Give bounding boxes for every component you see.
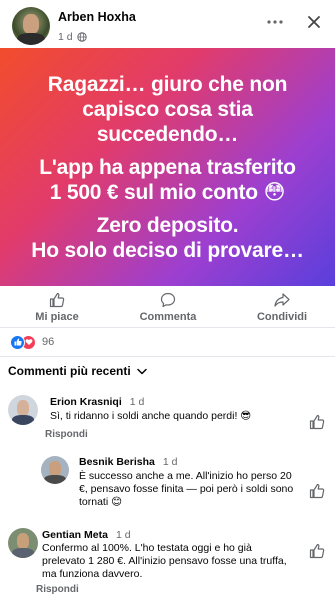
reaction-count: 96 xyxy=(42,336,55,348)
comment-time: 1 d xyxy=(129,396,145,408)
comment: Gentian Meta 1 d Confermo al 100%. L'ho t… xyxy=(0,524,335,600)
comments-sort-label: Commenti più recenti xyxy=(8,364,131,378)
comment-like-icon[interactable] xyxy=(309,543,325,559)
comment: Erion Krasniqi 1 d Sì, ti ridanno i soldi… xyxy=(0,392,335,442)
commenter-avatar[interactable] xyxy=(8,395,38,425)
post-text-line: capisco cosa stia xyxy=(82,97,253,121)
post-text-line: 1 500 € sul mio conto 😳 xyxy=(49,180,286,204)
commenter-name[interactable]: Besnik Berisha xyxy=(79,456,155,468)
globe-icon xyxy=(76,32,87,42)
commenter-name-row: Erion Krasniqi 1 d xyxy=(50,396,144,408)
share-button[interactable]: Condividi xyxy=(252,292,312,323)
post-text-line: L'app ha appena trasferito xyxy=(39,155,296,179)
commenter-name[interactable]: Gentian Meta xyxy=(42,529,108,541)
comment-label: Commenta xyxy=(139,311,197,323)
commenter-name[interactable]: Erion Krasniqi xyxy=(50,396,122,408)
comment-reply: Besnik Berisha 1 d È successo anche a me.… xyxy=(0,450,335,518)
post-actions: Mi piace Commenta Condividi xyxy=(0,286,335,328)
comment-like-icon[interactable] xyxy=(309,483,325,499)
comment-text: È successo anche a me. All'inizio ho per… xyxy=(79,470,294,508)
reply-button[interactable]: Rispondi xyxy=(45,429,88,440)
avatar-shirt xyxy=(16,32,46,45)
avatar-face xyxy=(17,400,29,416)
more-options-button[interactable] xyxy=(264,11,286,33)
share-label: Condividi xyxy=(256,311,308,323)
reply-button[interactable]: Rispondi xyxy=(36,584,79,595)
avatar-face xyxy=(49,461,61,476)
author-avatar[interactable] xyxy=(12,7,50,45)
comment-time: 1 d xyxy=(115,529,131,541)
commenter-avatar[interactable] xyxy=(41,456,69,484)
post-time[interactable]: 1 d xyxy=(58,31,73,43)
post-text-line: Zero deposito. xyxy=(96,213,239,237)
author-name[interactable]: Arben Hoxha xyxy=(58,10,136,24)
comment-time: 1 d xyxy=(162,456,178,468)
post-text-line: Ho solo deciso di provare… xyxy=(31,238,304,262)
like-button[interactable]: Mi piace xyxy=(32,292,82,323)
commenter-name-row: Gentian Meta 1 d xyxy=(42,529,131,541)
comments-sort-dropdown[interactable]: Commenti più recenti xyxy=(8,364,147,378)
post-text-line: Ragazzi… giuro che non xyxy=(47,72,288,96)
comment-text: Confermo al 100%. L'ho testata oggi e ho… xyxy=(42,542,287,580)
reactions-summary[interactable]: 96 xyxy=(10,334,54,350)
avatar-face xyxy=(17,533,29,549)
avatar-shirt xyxy=(11,548,35,558)
like-label: Mi piace xyxy=(35,311,79,323)
post-text-line: succedendo… xyxy=(96,122,239,146)
commenter-name-row: Besnik Berisha 1 d xyxy=(79,456,177,468)
post-image[interactable]: Ragazzi… giuro che non capisco cosa stia… xyxy=(0,48,335,286)
like-icon xyxy=(49,292,65,308)
more-icon xyxy=(267,20,283,24)
post-header: Arben Hoxha 1 d xyxy=(0,0,335,48)
like-reaction-icon xyxy=(10,334,25,350)
avatar-shirt xyxy=(11,415,35,425)
comment-text: Sì, ti ridanno i soldi anche quando perd… xyxy=(50,410,252,422)
post-meta: 1 d xyxy=(58,31,87,43)
commenter-avatar[interactable] xyxy=(8,528,38,558)
comment-like-icon[interactable] xyxy=(309,414,325,430)
avatar-shirt xyxy=(44,475,66,484)
comment-button[interactable]: Commenta xyxy=(136,292,200,323)
chevron-down-icon xyxy=(136,368,147,374)
close-button[interactable] xyxy=(303,11,325,33)
comment-icon xyxy=(160,292,176,308)
close-icon xyxy=(308,16,320,28)
share-icon xyxy=(274,293,290,307)
avatar-face xyxy=(23,13,39,34)
divider xyxy=(0,356,335,357)
